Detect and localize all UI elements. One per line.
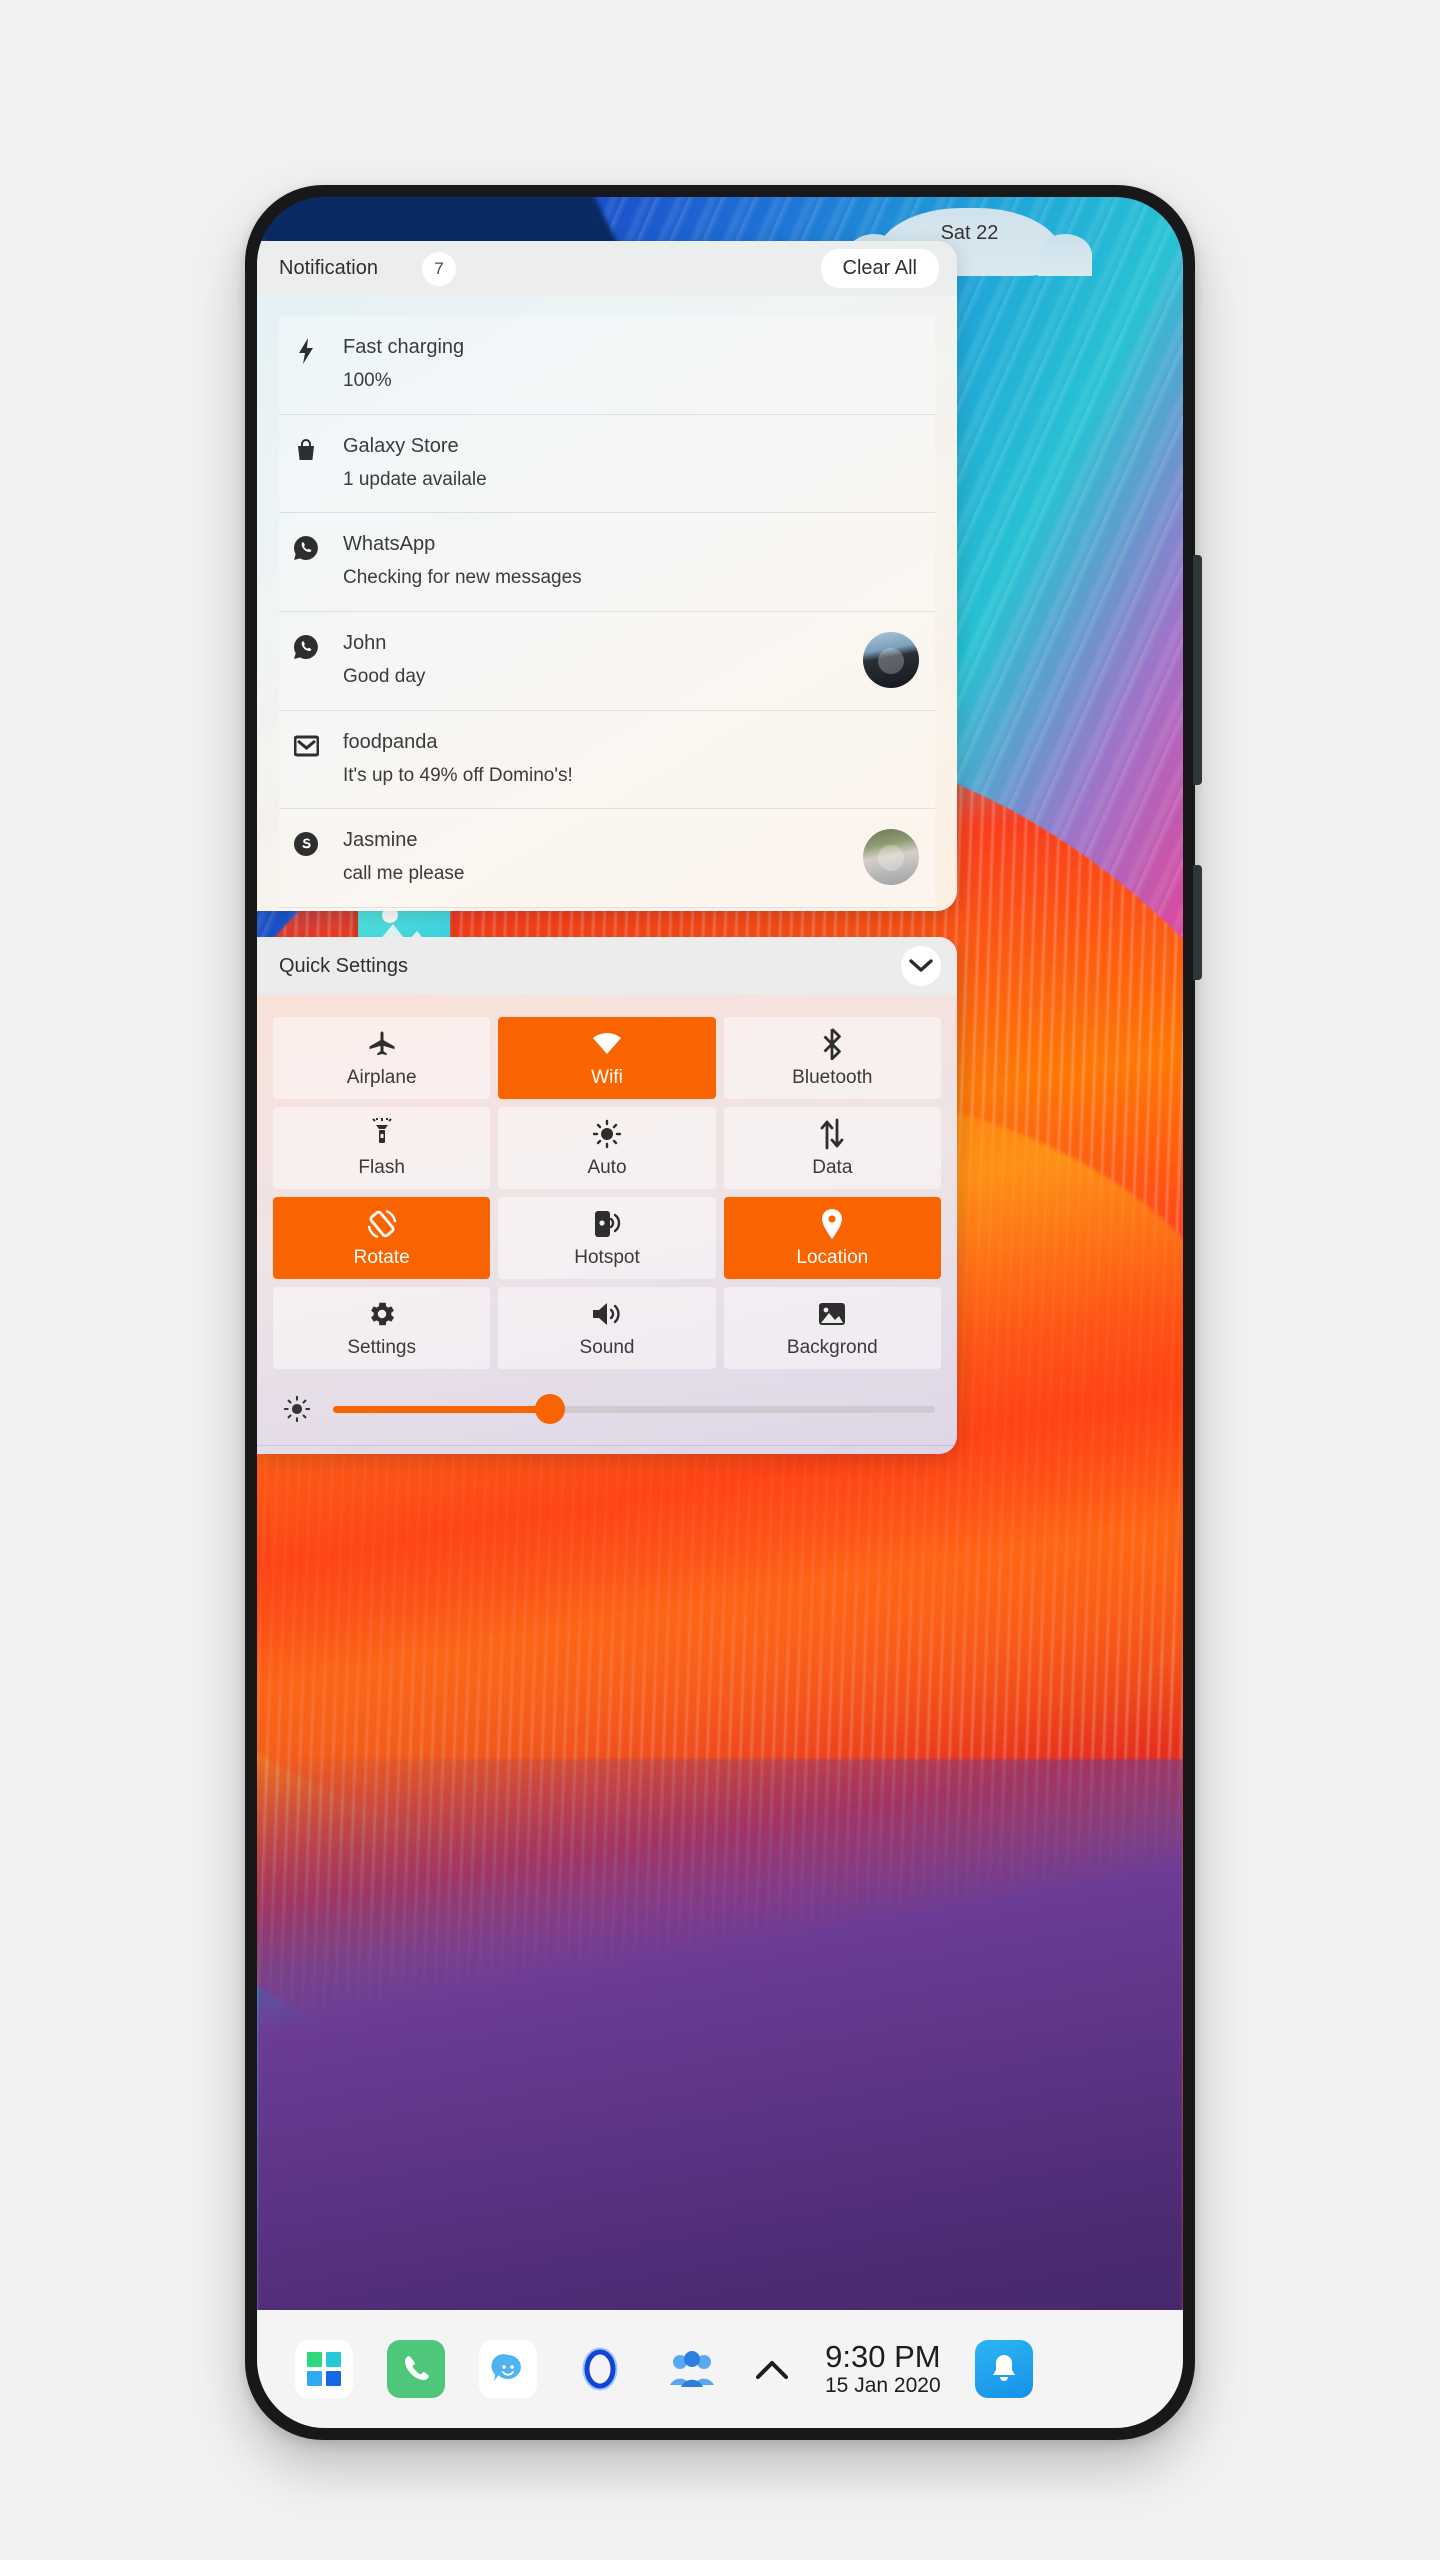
avatar <box>863 631 919 688</box>
speaker-icon <box>591 1297 623 1331</box>
taskbar: 9:30 PM 15 Jan 2020 <box>257 2310 1183 2428</box>
quick-settings-actions <box>257 1445 957 1454</box>
notification-panel: Notification 7 Clear All Fast charging 1… <box>257 241 957 911</box>
qs-tile-label: Sound <box>579 1337 635 1358</box>
whatsapp-icon <box>289 533 323 563</box>
qs-tile-label: Location <box>796 1247 869 1268</box>
messages-icon[interactable] <box>479 2340 537 2398</box>
qs-tile-wifi[interactable]: Wifi <box>498 1017 716 1099</box>
brightness-knob[interactable] <box>534 1394 565 1424</box>
notification-item-title: WhatsApp <box>343 533 436 556</box>
brightness-fill <box>333 1405 550 1413</box>
qs-tile-label: Airplane <box>346 1067 417 1088</box>
avatar <box>863 829 919 886</box>
notification-item[interactable]: Fast charging 100% <box>279 316 935 415</box>
notification-item-text: Checking for new messages <box>343 567 582 589</box>
quick-settings-header: Quick Settings <box>257 937 957 995</box>
phone-frame: Thic PC Recycle Bin <box>245 185 1202 2440</box>
taskbar-date-month: Jan <box>854 2374 889 2398</box>
qs-tile-label: Settings <box>347 1337 416 1358</box>
phone-screen: Thic PC Recycle Bin <box>257 197 1183 2428</box>
brightness-icon <box>283 1395 311 1423</box>
data-transfer-icon <box>818 1117 846 1151</box>
chevron-up-icon[interactable] <box>755 2358 789 2380</box>
qs-tile-background[interactable]: Backgrond <box>723 1287 941 1369</box>
clear-all-button[interactable]: Clear All <box>820 249 939 288</box>
notification-item-text: It's up to 49% off Domino's! <box>343 764 573 786</box>
notification-item[interactable]: Jasmine call me please <box>279 809 935 908</box>
qs-tile-location[interactable]: Location <box>723 1197 941 1279</box>
qs-tile-label: Bluetooth <box>792 1067 873 1088</box>
qs-tile-hotspot[interactable]: Hotspot <box>498 1197 716 1279</box>
qs-tile-label: Flash <box>358 1157 405 1178</box>
notification-list: Fast charging 100% Galaxy Store 1 update… <box>257 296 957 911</box>
notification-count-badge: 7 <box>421 251 456 286</box>
cortana-icon[interactable] <box>571 2340 629 2398</box>
people-icon[interactable] <box>663 2340 721 2398</box>
taskbar-date-year: 2020 <box>893 2374 941 2398</box>
notification-item[interactable]: John Good day <box>279 611 935 711</box>
taskbar-date: 15 Jan 2020 <box>825 2375 941 2397</box>
notification-item-title: Jasmine <box>343 829 418 852</box>
quick-settings-grid: Airplane Wifi Bluetooth Flash Auto Data … <box>257 995 957 1369</box>
qs-tile-label: Backgrond <box>786 1337 878 1358</box>
qs-tile-sound[interactable]: Sound <box>498 1287 716 1369</box>
bluetooth-icon <box>819 1027 845 1061</box>
notification-item[interactable]: McDonalds Don't try so hard, You're simp… <box>279 907 935 911</box>
bolt-icon <box>289 336 323 366</box>
notification-item-title: Fast charging <box>343 336 465 358</box>
notification-item[interactable]: WhatsApp Checking for new messages <box>279 513 935 612</box>
brightness-track[interactable] <box>333 1394 935 1424</box>
notification-item[interactable]: foodpanda It's up to 49% off Domino's! <box>279 710 935 810</box>
airplane-icon <box>367 1027 397 1061</box>
qs-tile-auto[interactable]: Auto <box>498 1107 716 1189</box>
qs-tile-data[interactable]: Data <box>723 1107 941 1189</box>
flashlight-icon <box>370 1117 394 1151</box>
hotspot-icon <box>593 1207 621 1241</box>
taskbar-date-day: 15 <box>825 2374 849 2398</box>
chevron-down-icon[interactable] <box>901 946 941 986</box>
wifi-icon <box>591 1027 623 1061</box>
screen-rotate-icon <box>366 1207 398 1241</box>
qs-tile-bluetooth[interactable]: Bluetooth <box>723 1017 941 1099</box>
bell-icon[interactable] <box>974 2340 1033 2398</box>
brightness-slider[interactable] <box>257 1369 957 1445</box>
qs-tile-airplane[interactable]: Airplane <box>273 1017 491 1099</box>
qs-tile-label: Rotate <box>353 1247 410 1268</box>
brightness-auto-icon <box>592 1117 622 1151</box>
phone-icon[interactable] <box>387 2340 445 2398</box>
quick-settings-panel: Quick Settings Airplane Wifi Bluetooth F… <box>257 937 957 1454</box>
image-icon <box>817 1297 847 1331</box>
volume-button[interactable] <box>1193 555 1202 785</box>
notification-title: Notification <box>279 257 378 279</box>
notification-item-text: Good day <box>343 665 426 687</box>
notification-panel-header: Notification 7 Clear All <box>257 241 957 296</box>
notification-item-title: John <box>343 631 387 654</box>
taskbar-clock[interactable]: 9:30 PM 15 Jan 2020 <box>825 2338 941 2398</box>
qs-tile-label: Wifi <box>591 1067 623 1088</box>
skype-icon <box>289 829 323 859</box>
qs-tile-label: Data <box>812 1157 853 1178</box>
qs-tile-flash[interactable]: Flash <box>273 1107 491 1189</box>
qs-tile-label: Hotspot <box>574 1247 640 1268</box>
quick-settings-title: Quick Settings <box>279 954 408 977</box>
notification-item-title: Galaxy Store <box>343 434 459 457</box>
notification-item-text: call me please <box>343 863 465 885</box>
whatsapp-icon <box>289 632 323 662</box>
windows-start-icon[interactable] <box>295 2340 353 2398</box>
notification-item-text: 100% <box>343 370 392 391</box>
shopping-bag-icon <box>289 435 323 465</box>
power-button[interactable] <box>1193 865 1202 980</box>
qs-tile-label: Auto <box>587 1157 627 1178</box>
qs-tile-settings[interactable]: Settings <box>273 1287 491 1369</box>
notification-item-text: 1 update availale <box>343 468 487 490</box>
taskbar-time: 9:30 PM <box>825 2338 941 2374</box>
location-pin-icon <box>820 1207 844 1241</box>
notification-item[interactable]: Galaxy Store 1 update availale <box>279 414 935 514</box>
notification-item-title: foodpanda <box>343 730 438 753</box>
gmail-icon <box>289 731 323 761</box>
gear-icon <box>367 1297 397 1331</box>
qs-tile-rotate[interactable]: Rotate <box>273 1197 491 1279</box>
